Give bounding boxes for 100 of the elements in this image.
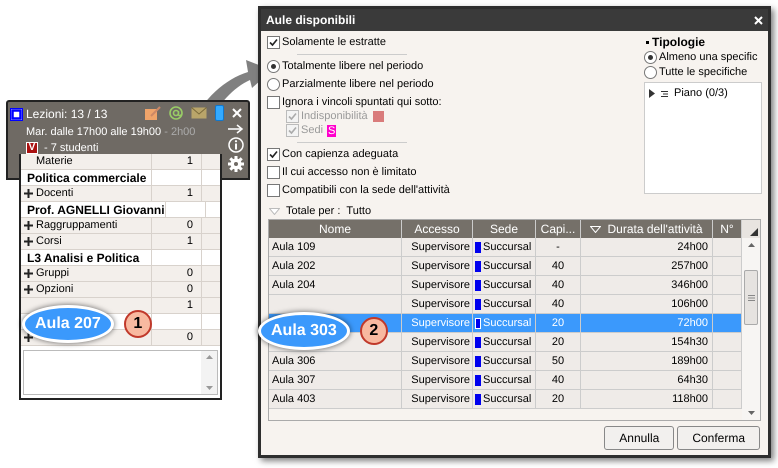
option-label: Parzialmente libere nel periodo: [282, 78, 434, 91]
scrollbar-thumb[interactable]: [744, 270, 758, 325]
table-cell-text: Aula 202: [272, 258, 316, 274]
tree-item[interactable]: Piano (0/3): [674, 87, 728, 100]
gear-icon: [228, 156, 244, 172]
radio-button[interactable]: [267, 78, 280, 91]
table-cell-text: Aula 403: [272, 392, 316, 407]
section-heading: Politica commerciale: [26, 170, 146, 186]
checkbox[interactable]: [267, 184, 280, 197]
table-cell-text: Succursal: [483, 334, 532, 350]
table-cell-text: 189h00: [671, 354, 708, 369]
option-label: Indisponibilità: [301, 110, 368, 123]
scroll-down-icon: [748, 411, 754, 415]
dialog-button[interactable]: Annulla: [604, 426, 674, 450]
badge: V: [26, 142, 38, 154]
table-row[interactable]: Aula 202 Supervisore Succursal 40 257h00: [269, 257, 742, 276]
radio-button[interactable]: [644, 66, 657, 79]
row-label: Raggruppamenti: [36, 218, 118, 234]
list-icon: [661, 90, 668, 96]
table-cell-text: 20: [552, 316, 564, 331]
plus-icon[interactable]: [24, 269, 33, 278]
students-text: - 7 studenti: [44, 141, 98, 156]
scroll-up-icon: [748, 243, 754, 247]
table-row[interactable]: Aula 306 Supervisore Succursal 50 189h00: [269, 352, 742, 371]
envelope-icon: [191, 107, 207, 119]
plus-icon[interactable]: [24, 189, 33, 198]
corner-button[interactable]: [742, 220, 760, 238]
bullet-icon: [646, 41, 649, 44]
table-row[interactable]: Aula 403 Supervisore Succursal 20 118h00: [269, 390, 742, 409]
count-text: 0: [186, 330, 193, 346]
table-cell-text: Aula 306: [272, 354, 316, 369]
scroll-up-icon: [206, 355, 212, 359]
table-cell-text: Aula 307: [272, 372, 316, 388]
arrow-right-icon: [228, 124, 244, 134]
table-row[interactable]: Supervisore Succursal 40 106h00: [269, 295, 742, 314]
collapse-icon: [269, 208, 280, 214]
resize-icon: [750, 228, 758, 236]
table-cell-text: 346h00: [671, 278, 708, 293]
table-cell-text: Supervisore: [411, 278, 470, 293]
option-label: Ignora i vincoli spuntati qui sotto:: [282, 96, 442, 109]
checkbox[interactable]: [267, 148, 280, 161]
row-label: Gruppi: [36, 266, 70, 282]
section-title: Tipologie: [652, 36, 706, 49]
table-cell-text: Supervisore: [411, 258, 470, 274]
checkbox[interactable]: [267, 166, 280, 179]
count-text: 0: [186, 218, 193, 234]
table-cell-text: Supervisore: [411, 334, 470, 350]
section-heading: Prof. AGNELLI Giovanni: [26, 202, 165, 218]
tag: S: [327, 124, 336, 136]
card-title: Lezioni: 13 / 13: [26, 106, 108, 123]
dialog-button[interactable]: Conferma: [677, 426, 760, 450]
checkbox[interactable]: [267, 96, 280, 109]
table-cell-text: Succursal: [483, 240, 532, 255]
radio-button[interactable]: [644, 51, 657, 64]
color-swatch: [475, 374, 481, 386]
color-swatch: [475, 260, 481, 272]
table-cell-text: Aula 109: [272, 240, 316, 255]
color-swatch: [475, 356, 481, 366]
row-label: Docenti: [36, 186, 74, 202]
count-text: 0: [186, 282, 193, 298]
at-sign-icon: [169, 106, 183, 120]
table-cell-text: 154h30: [671, 334, 708, 350]
table-cell-text: Succursal: [483, 296, 532, 312]
table-cell-text: 72h00: [677, 316, 708, 331]
close-icon: [232, 108, 242, 118]
table-cell-text: -: [556, 240, 560, 255]
option-label: Con capienza adeguata: [282, 148, 398, 161]
square-icon: [10, 108, 23, 120]
color-swatch: [475, 394, 481, 404]
table-row[interactable]: Aula 204 Supervisore Succursal 40 346h00: [269, 276, 742, 295]
table-cell-text: Succursal: [483, 392, 532, 407]
plus-icon[interactable]: [24, 237, 33, 246]
pencil-icon: [145, 106, 161, 120]
count-text: 1: [186, 186, 193, 202]
scrollbar[interactable]: [201, 351, 217, 394]
radio-button[interactable]: [267, 60, 280, 73]
table-cell-text: Supervisore: [411, 240, 470, 255]
color-swatch: [475, 298, 481, 310]
grip-icon: [748, 294, 754, 300]
table-cell-text: Supervisore: [411, 296, 470, 312]
table-cell-text: Supervisore: [411, 392, 470, 407]
table-cell-text: 40: [552, 278, 564, 293]
expand-icon[interactable]: [649, 89, 655, 98]
window-title: Aule disponibili: [266, 12, 356, 29]
info-icon: [228, 137, 244, 153]
option-label: Almeno una specific: [659, 51, 758, 64]
plus-icon[interactable]: [24, 285, 33, 294]
plus-icon[interactable]: [24, 333, 33, 342]
option-label: Totalmente libere nel periodo: [282, 60, 424, 73]
option-label: Solamente le estratte: [282, 36, 386, 49]
table-cell-text: Succursal: [483, 316, 532, 331]
option-label: Tutte le specifiche: [659, 66, 748, 79]
scrollbar[interactable]: [742, 238, 760, 420]
table-row[interactable]: Aula 307 Supervisore Succursal 40 64h30: [269, 371, 742, 390]
plus-icon[interactable]: [24, 221, 33, 230]
table-row[interactable]: Aula 109 Supervisore Succursal - 24h00: [269, 238, 742, 257]
table-cell-text: Succursal: [483, 278, 532, 293]
checkbox[interactable]: [267, 36, 280, 49]
table-cell-text: 40: [552, 258, 564, 274]
color-swatch: [475, 280, 481, 290]
